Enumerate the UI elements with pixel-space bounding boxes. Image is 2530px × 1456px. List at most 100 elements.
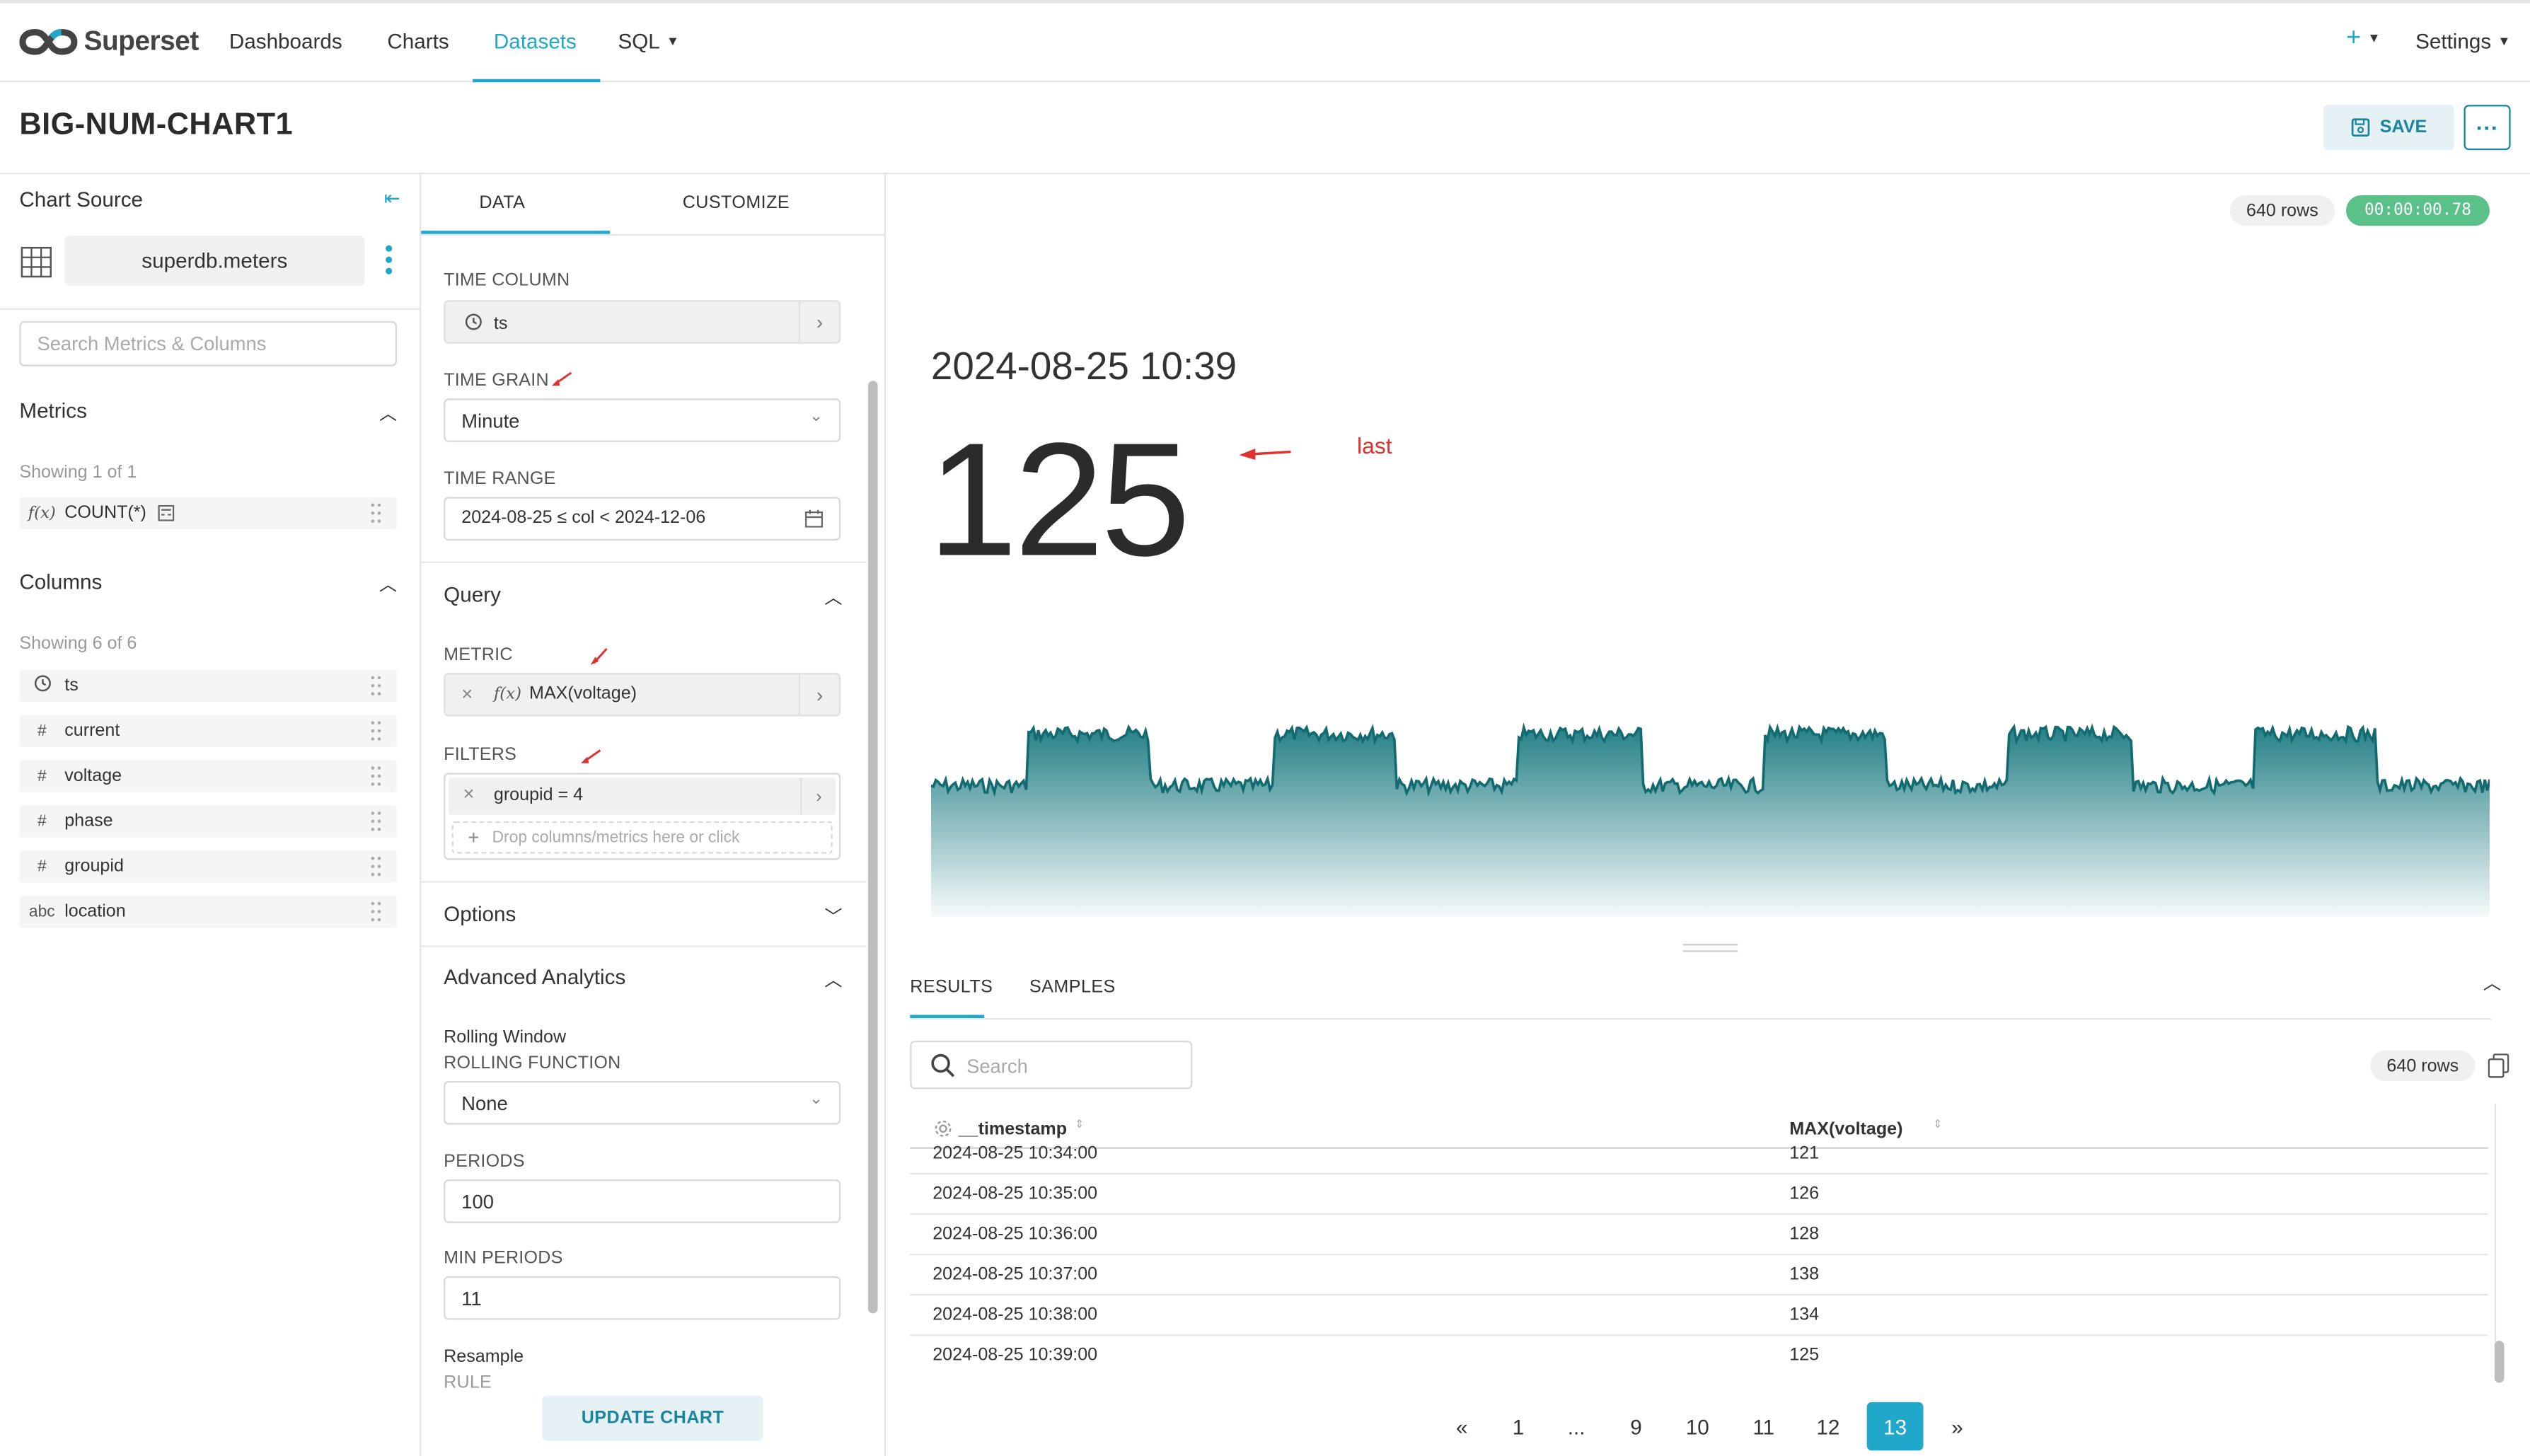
nav-sql-label: SQL — [618, 29, 660, 54]
divider — [421, 881, 867, 883]
add-filter-dropzone[interactable]: + Drop columns/metrics here or click — [451, 821, 833, 854]
column-item[interactable]: ts — [19, 669, 398, 703]
drag-handle-icon[interactable] — [371, 901, 381, 922]
metrics-showing-count: Showing 1 of 1 — [19, 463, 137, 483]
chevron-up-icon[interactable]: ︿ — [379, 571, 397, 596]
column-item[interactable]: # voltage — [19, 760, 398, 792]
copy-icon[interactable] — [2488, 1053, 2509, 1078]
update-chart-button[interactable]: UPDATE CHART — [542, 1395, 763, 1441]
metrics-section-title: Metrics — [19, 398, 87, 423]
search-metrics-columns-input[interactable]: Search Metrics & Columns — [19, 320, 398, 366]
add-new-menu[interactable]: + ▼ — [2346, 24, 2380, 53]
dataset-name[interactable]: superdb.meters — [64, 235, 365, 286]
chevron-right-icon[interactable]: › — [800, 778, 836, 815]
time-grain-select[interactable]: Minute ⌄ — [444, 398, 841, 442]
chart-source-title: Chart Source — [19, 187, 144, 212]
plus-icon: + — [2346, 24, 2362, 52]
min-periods-input[interactable]: 11 — [444, 1276, 841, 1320]
chevron-up-icon[interactable]: ︿ — [379, 400, 397, 426]
tab-results[interactable]: RESULTS — [910, 978, 993, 997]
drag-handle-icon[interactable] — [371, 503, 381, 523]
pagination-current-page[interactable]: 13 — [1866, 1402, 1924, 1451]
time-column-select[interactable]: ts › — [444, 300, 841, 344]
pagination-page[interactable]: 11 — [1743, 1405, 1784, 1447]
dataset-menu-icon[interactable] — [384, 245, 397, 275]
advanced-analytics-title[interactable]: Advanced Analytics — [444, 965, 625, 989]
control-panel-scrollbar[interactable] — [867, 381, 878, 1314]
periods-input[interactable]: 100 — [444, 1179, 841, 1223]
gear-icon[interactable] — [934, 1120, 952, 1138]
tab-samples[interactable]: SAMPLES — [1029, 978, 1116, 997]
nav-charts[interactable]: Charts — [387, 29, 449, 53]
pagination-ellipsis[interactable]: ... — [1556, 1405, 1598, 1447]
sort-icon[interactable]: ⇕ — [1933, 1118, 1942, 1131]
divider — [910, 1018, 2492, 1020]
rolling-function-select[interactable]: None ⌄ — [444, 1081, 841, 1125]
chevron-down-icon[interactable]: ﹀ — [824, 903, 842, 929]
metric-value: MAX(voltage) — [529, 683, 637, 704]
nav-sql[interactable]: SQL ▼ — [618, 29, 679, 53]
nav-active-indicator — [473, 79, 601, 83]
metric-pill[interactable]: × f(x) MAX(voltage) › — [444, 673, 841, 717]
close-icon[interactable]: × — [461, 683, 473, 705]
column-header-max-voltage[interactable]: MAX(voltage) — [1789, 1120, 1902, 1139]
close-icon[interactable]: × — [463, 782, 475, 805]
min-periods-label: MIN PERIODS — [444, 1249, 563, 1269]
pagination-page[interactable]: 1 — [1497, 1405, 1539, 1447]
annotation-arrow-icon — [581, 749, 601, 763]
table-row: 2024-08-25 10:35:00 126 — [910, 1174, 2488, 1215]
filter-pill[interactable]: × groupid = 4 › — [449, 778, 836, 815]
drag-handle-icon[interactable] — [371, 676, 381, 695]
chevron-up-icon[interactable]: ︿ — [824, 584, 842, 610]
table-scrollbar[interactable] — [2494, 1341, 2505, 1383]
nav-dashboards[interactable]: Dashboards — [229, 29, 342, 53]
options-section-title[interactable]: Options — [444, 902, 516, 926]
time-range-label: TIME RANGE — [444, 469, 556, 490]
annotation-arrow-icon — [590, 647, 608, 665]
save-button[interactable]: SAVE — [2323, 105, 2454, 151]
pagination-page[interactable]: 9 — [1615, 1405, 1657, 1447]
drag-handle-icon[interactable] — [371, 766, 381, 786]
drag-handle-icon[interactable] — [371, 857, 381, 877]
column-item[interactable]: # phase — [19, 805, 398, 838]
column-item[interactable]: # current — [19, 715, 398, 747]
numeric-icon: # — [37, 767, 47, 785]
pagination-next[interactable]: » — [1936, 1405, 1978, 1447]
resize-handle[interactable] — [1682, 944, 1738, 952]
table-row: 2024-08-25 10:38:00 134 — [910, 1295, 2488, 1336]
chart-title[interactable]: BIG-NUM-CHART1 — [19, 108, 293, 144]
superset-logo[interactable]: Superset — [19, 24, 199, 59]
settings-menu[interactable]: Settings ▼ — [2415, 29, 2510, 53]
chevron-right-icon[interactable]: › — [798, 301, 839, 342]
scroll-track — [2494, 1103, 2497, 1382]
more-options-button[interactable]: ··· — [2463, 105, 2511, 151]
clock-icon — [19, 674, 64, 697]
metric-item[interactable]: f(x) COUNT(*) — [19, 497, 398, 530]
nav-datasets[interactable]: Datasets — [494, 29, 577, 53]
big-number-value: 125 — [928, 410, 1190, 591]
chevron-up-icon[interactable]: ︿ — [824, 966, 842, 992]
trendline-chart[interactable] — [930, 715, 2490, 917]
column-header-timestamp[interactable]: __timestamp — [959, 1120, 1067, 1139]
sort-icon[interactable]: ⇕ — [1075, 1118, 1084, 1131]
pagination-prev[interactable]: « — [1441, 1405, 1483, 1447]
results-search-input[interactable]: Search — [910, 1040, 1193, 1090]
save-icon — [2351, 118, 2370, 137]
chevron-down-icon: ⌄ — [809, 1090, 824, 1109]
drag-handle-icon[interactable] — [371, 721, 381, 741]
column-item[interactable]: # groupid — [19, 850, 398, 883]
drag-handle-icon[interactable] — [371, 811, 381, 831]
column-item[interactable]: abc location — [19, 895, 398, 928]
pagination-page[interactable]: 12 — [1807, 1405, 1849, 1447]
annotation-arrow-icon — [1239, 449, 1291, 460]
tab-customize[interactable]: CUSTOMIZE — [683, 194, 790, 213]
collapse-panel-icon[interactable]: ⇤ — [384, 187, 400, 210]
time-range-picker[interactable]: 2024-08-25 ≤ col < 2024-12-06 — [444, 497, 841, 541]
query-timer-badge: 00:00:00.78 — [2346, 195, 2490, 226]
chevron-up-icon[interactable]: ︿ — [2483, 970, 2501, 995]
tab-data[interactable]: DATA — [479, 194, 525, 213]
cell-timestamp: 2024-08-25 10:37:00 — [932, 1264, 1098, 1285]
pagination-page[interactable]: 10 — [1677, 1405, 1719, 1447]
chevron-right-icon[interactable]: › — [798, 674, 839, 715]
cell-value: 128 — [1789, 1224, 1820, 1244]
